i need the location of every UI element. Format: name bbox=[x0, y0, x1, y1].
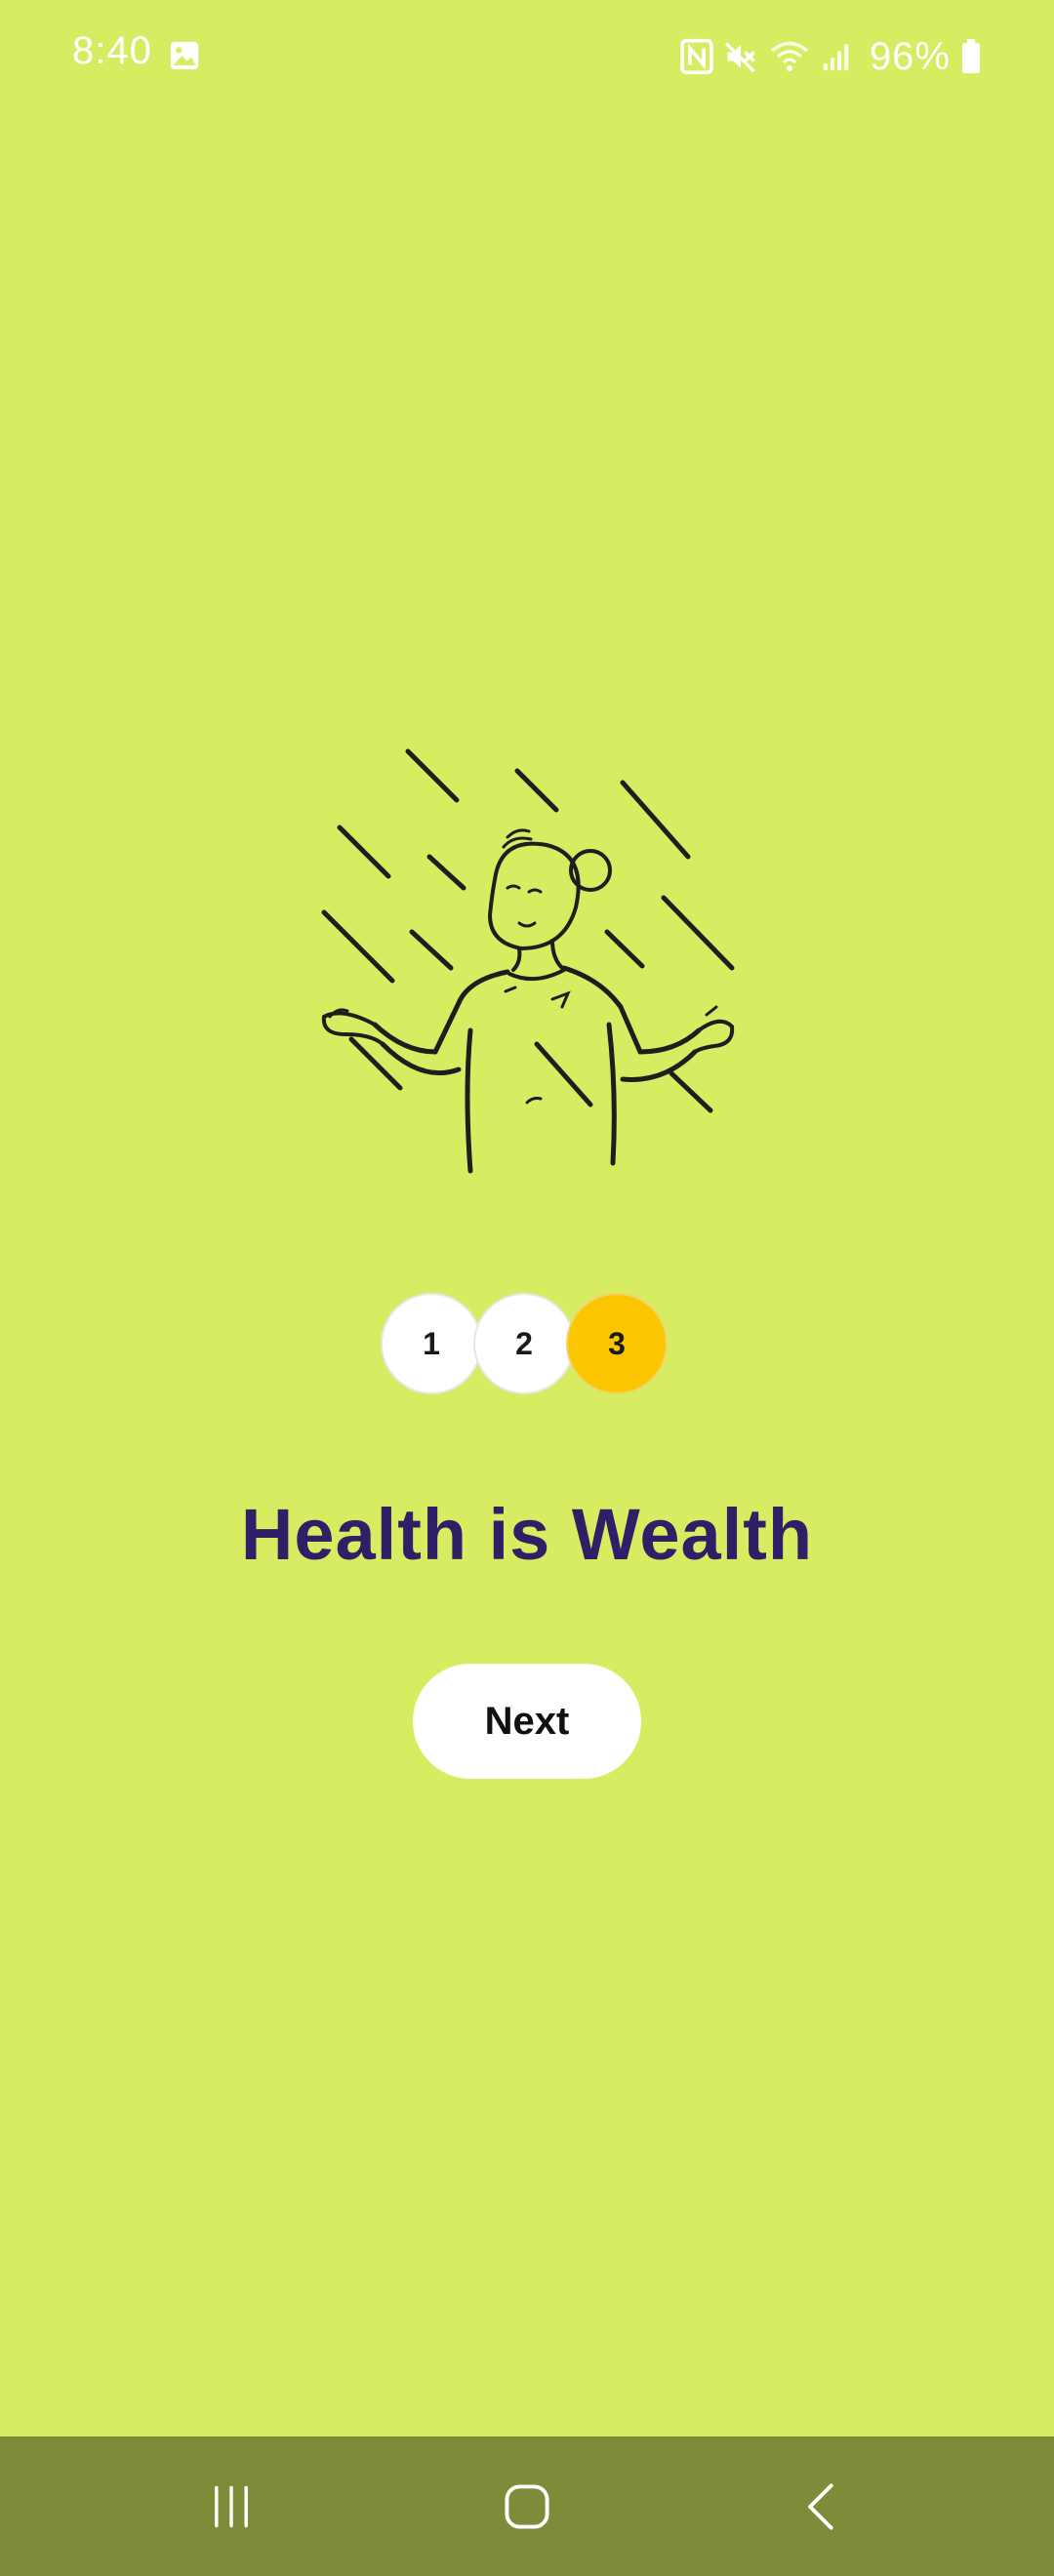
battery-percent: 96% bbox=[869, 34, 951, 78]
nfc-icon bbox=[680, 38, 713, 75]
mute-icon bbox=[724, 42, 755, 73]
home-button[interactable] bbox=[478, 2458, 576, 2556]
meditating-person-illustration bbox=[321, 748, 735, 1174]
step-2[interactable]: 2 bbox=[473, 1293, 575, 1394]
step-1[interactable]: 1 bbox=[381, 1293, 482, 1394]
back-icon bbox=[808, 2483, 833, 2530]
recents-icon bbox=[215, 2485, 248, 2528]
gallery-icon bbox=[170, 41, 199, 70]
status-bar: 8:40 96% bbox=[0, 0, 1054, 109]
step-indicator: 1 2 3 bbox=[381, 1293, 673, 1396]
status-icons: 96% bbox=[680, 29, 982, 84]
home-icon bbox=[505, 2484, 549, 2529]
signal-icon bbox=[823, 44, 849, 71]
page-title: Health is Wealth bbox=[240, 1494, 814, 1575]
recents-button[interactable] bbox=[182, 2458, 280, 2556]
wifi-icon bbox=[770, 41, 808, 71]
navigation-bar bbox=[0, 2436, 1054, 2576]
back-button[interactable] bbox=[774, 2458, 872, 2556]
status-time: 8:40 bbox=[72, 29, 152, 72]
step-3-active[interactable]: 3 bbox=[566, 1293, 668, 1394]
next-button[interactable]: Next bbox=[413, 1664, 641, 1779]
battery-icon bbox=[962, 39, 980, 74]
